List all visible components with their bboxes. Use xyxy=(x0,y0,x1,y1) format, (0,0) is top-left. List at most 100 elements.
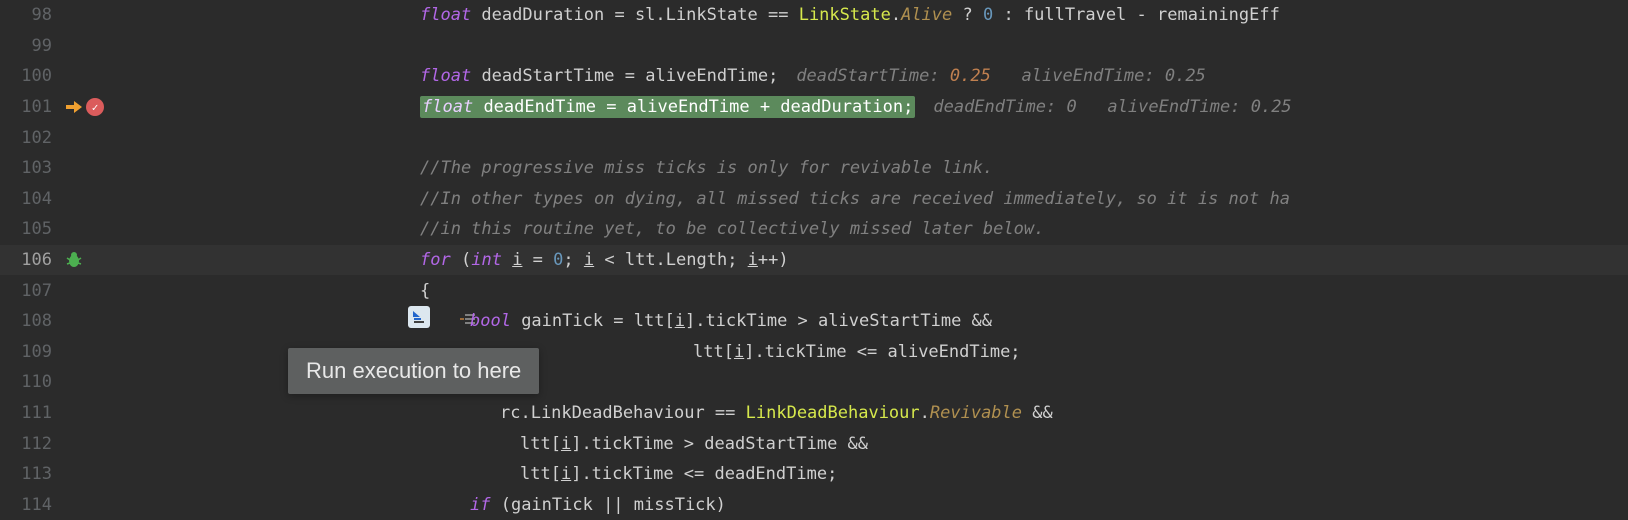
line-number: 105 xyxy=(0,219,60,239)
line-number: 113 xyxy=(0,464,60,484)
code-line[interactable]: rc.LinkDeadBehaviour == LinkDeadBehaviou… xyxy=(140,398,1628,429)
gutter-row: 113 xyxy=(0,459,140,490)
code-text: < ltt.Length; xyxy=(594,250,748,270)
line-number: 107 xyxy=(0,281,60,301)
code-text: : fullTravel - remainingEff xyxy=(993,5,1280,25)
enum-value: Alive xyxy=(901,5,952,25)
code-text: . xyxy=(920,403,930,423)
code-text: aliveEndTime + deadDuration; xyxy=(627,97,914,117)
operator: = xyxy=(625,66,635,86)
code-line[interactable] xyxy=(140,122,1628,153)
line-number: 101 xyxy=(0,97,60,117)
gutter-row: 112 xyxy=(0,428,140,459)
gutter-row: 109 xyxy=(0,337,140,368)
code-text: ].tickTime > deadStartTime && xyxy=(571,434,868,454)
number: 0 xyxy=(983,5,993,25)
code-text: rc.LinkDeadBehaviour == xyxy=(500,403,746,423)
identifier: i xyxy=(561,464,571,484)
gutter-row: 104 xyxy=(0,184,140,215)
code-line-current[interactable]: for (int i = 0; i < ltt.Length; i++) xyxy=(140,245,1628,276)
code-line[interactable]: //The progressive miss ticks is only for… xyxy=(140,153,1628,184)
gutter-row: 100 xyxy=(0,61,140,92)
code-text: ].tickTime > aliveStartTime && xyxy=(685,311,992,331)
keyword: int xyxy=(471,250,502,270)
tooltip: Run execution to here xyxy=(288,348,539,394)
code-line[interactable]: { xyxy=(140,275,1628,306)
line-number: 110 xyxy=(0,372,60,392)
gutter-row: 103 xyxy=(0,153,140,184)
gutter: 98 99 100 101 ✓ 102 1 xyxy=(0,0,140,520)
code-text: = xyxy=(522,250,553,270)
execution-highlight: float deadEndTime = aliveEndTime + deadD… xyxy=(420,96,915,118)
class-name: LinkDeadBehaviour xyxy=(746,403,920,423)
gutter-row: 108 xyxy=(0,306,140,337)
keyword: float xyxy=(420,66,471,86)
keyword: float xyxy=(420,5,471,25)
code-text: ltt[ xyxy=(693,342,734,362)
line-number: 104 xyxy=(0,189,60,209)
code-line[interactable]: if (gainTick || missTick) xyxy=(140,490,1628,520)
enum-value: Revivable xyxy=(930,403,1022,423)
keyword: for xyxy=(420,250,451,270)
code-line[interactable] xyxy=(140,31,1628,62)
identifier: i xyxy=(748,250,758,270)
inline-debug-hint: deadStartTime: 0.25 aliveEndTime: 0.25 xyxy=(796,66,1205,86)
gutter-row: 105 xyxy=(0,214,140,245)
gutter-row: 102 xyxy=(0,122,140,153)
code-text: ++ xyxy=(758,250,778,270)
code-text: ; xyxy=(563,250,583,270)
code-line[interactable]: //In other types on dying, all missed ti… xyxy=(140,184,1628,215)
line-number: 112 xyxy=(0,434,60,454)
code-text: ].tickTime <= aliveEndTime; xyxy=(744,342,1020,362)
code-text: ) xyxy=(778,250,788,270)
comment: //In other types on dying, all missed ti… xyxy=(420,189,1290,209)
code-line[interactable]: //in this routine yet, to be collectivel… xyxy=(140,214,1628,245)
code-area[interactable]: float deadDuration = sl.LinkState == Lin… xyxy=(140,0,1628,520)
gutter-icons: ✓ xyxy=(60,98,140,116)
identifier: i xyxy=(561,434,571,454)
gutter-row: 107 xyxy=(0,275,140,306)
gutter-row: 99 xyxy=(0,31,140,62)
code-line[interactable]: ltt[i].tickTime > deadStartTime && xyxy=(140,428,1628,459)
code-text: (gainTick || missTick) xyxy=(490,495,725,515)
code-line[interactable]: ltt[i].tickTime <= deadEndTime; xyxy=(140,459,1628,490)
code-text: ltt[ xyxy=(520,434,561,454)
line-number: 106 xyxy=(0,250,60,270)
code-text: deadDuration = sl.LinkState == xyxy=(471,5,799,25)
line-number: 111 xyxy=(0,403,60,423)
code-line[interactable]: bool gainTick = ltt[i].tickTime > aliveS… xyxy=(140,306,1628,337)
identifier: i xyxy=(512,250,522,270)
line-number: 99 xyxy=(0,36,60,56)
code-text: . xyxy=(891,5,901,25)
gutter-row: 106 xyxy=(0,245,140,276)
inline-debug-hint: deadEndTime: 0 aliveEndTime: 0.25 xyxy=(933,97,1291,117)
keyword: float xyxy=(422,97,473,117)
identifier: i xyxy=(584,250,594,270)
identifier: i xyxy=(734,342,744,362)
code-text: ? xyxy=(952,5,983,25)
code-text: aliveEndTime; xyxy=(645,66,778,86)
line-number: 108 xyxy=(0,311,60,331)
gutter-row: 98 xyxy=(0,0,140,31)
code-line[interactable]: float deadDuration = sl.LinkState == Lin… xyxy=(140,0,1628,31)
line-number: 102 xyxy=(0,128,60,148)
line-number: 100 xyxy=(0,66,60,86)
line-number: 114 xyxy=(0,495,60,515)
keyword: if xyxy=(470,495,490,515)
bug-icon[interactable] xyxy=(64,250,84,270)
breakpoint-icon[interactable]: ✓ xyxy=(86,98,104,116)
identifier: deadEndTime xyxy=(483,97,596,117)
gutter-row: 111 xyxy=(0,398,140,429)
code-text: && xyxy=(1022,403,1053,423)
code-line[interactable]: float deadEndTime = aliveEndTime + deadD… xyxy=(140,92,1628,123)
run-to-here-icon[interactable] xyxy=(408,306,430,328)
class-name: LinkState xyxy=(799,5,891,25)
identifier: deadStartTime xyxy=(481,66,614,86)
code-text: ].tickTime <= deadEndTime; xyxy=(571,464,837,484)
gutter-row: 114 xyxy=(0,490,140,520)
operator: = xyxy=(606,97,616,117)
code-line[interactable]: float deadStartTime = aliveEndTime; deadS… xyxy=(140,61,1628,92)
check-icon: ✓ xyxy=(92,101,99,114)
keyword: bool xyxy=(470,311,511,331)
comment: //in this routine yet, to be collectivel… xyxy=(420,219,1044,239)
